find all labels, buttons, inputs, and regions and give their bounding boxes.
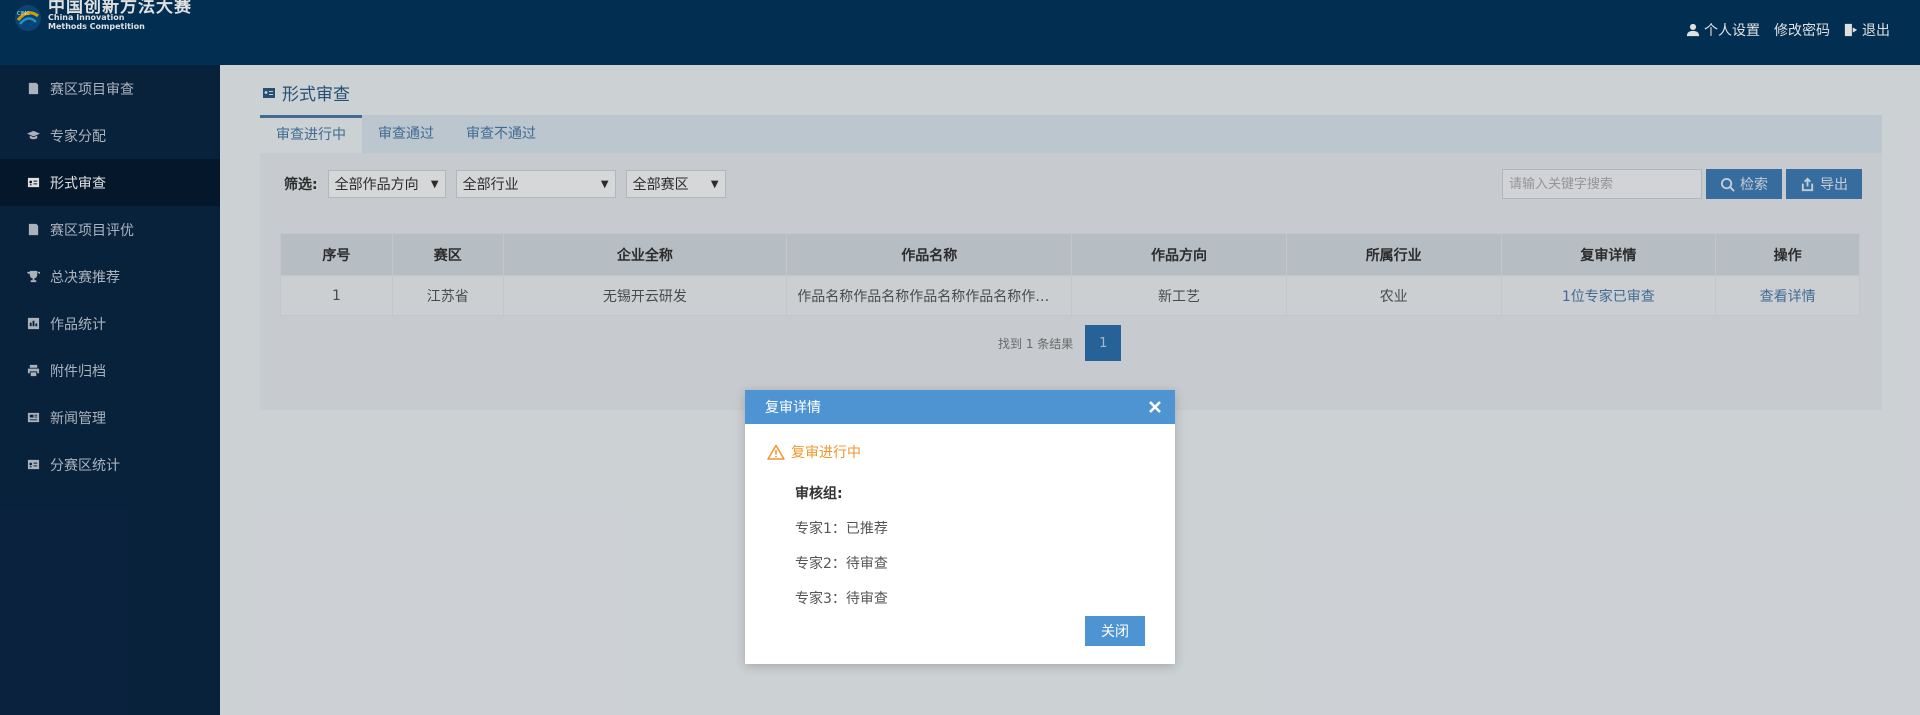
modal-title: 复审详情 — [765, 400, 821, 416]
review-status-text: 复审进行中 — [791, 445, 861, 461]
review-detail-modal: 复审详情 复审进行中 审核组: 专家1：已推荐 专家2：待审查 专家3：待审查 … — [745, 390, 1175, 664]
modal-close-x-button[interactable] — [1147, 399, 1163, 415]
review-group-title: 审核组: — [795, 486, 843, 502]
close-icon — [1149, 401, 1161, 413]
warning-icon — [767, 444, 785, 460]
modal-header: 复审详情 — [745, 390, 1175, 424]
modal-close-button[interactable]: 关闭 — [1085, 616, 1145, 646]
expert-status-item: 专家2：待审查 — [795, 556, 888, 572]
review-status: 复审进行中 — [767, 442, 861, 462]
expert-status-item: 专家1：已推荐 — [795, 521, 888, 537]
expert-status-item: 专家3：待审查 — [795, 591, 888, 607]
